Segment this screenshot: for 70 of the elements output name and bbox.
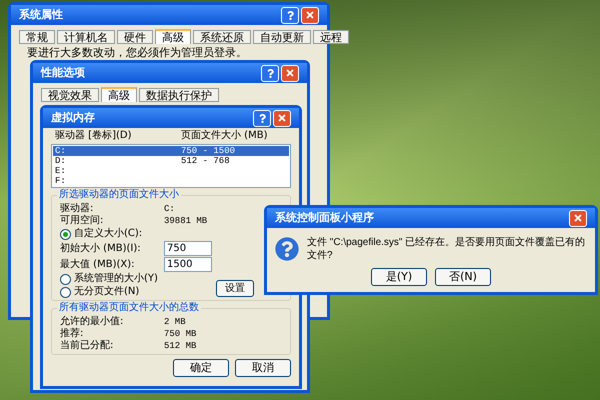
close-icon bbox=[277, 113, 287, 123]
radio-label: 自定义大小(C): bbox=[74, 228, 142, 240]
input-field[interactable]: 750 bbox=[164, 241, 212, 256]
help-icon bbox=[286, 10, 294, 20]
total-value: 750 MB bbox=[164, 328, 196, 340]
radio-label: 无分页文件(N) bbox=[74, 286, 140, 298]
radio-button[interactable] bbox=[60, 286, 71, 298]
close-icon bbox=[573, 213, 583, 223]
close-icon bbox=[305, 10, 315, 20]
drive-row[interactable]: F: bbox=[53, 176, 289, 186]
info-value: C: bbox=[164, 203, 175, 215]
field-label: 最大值 (MB)(X): bbox=[60, 258, 136, 270]
tab[interactable]: 远程 bbox=[313, 30, 349, 44]
tab[interactable]: 高级 bbox=[101, 87, 137, 102]
dialog-button[interactable]: 取消 bbox=[235, 359, 291, 377]
group-legend: 所选驱动器的页面文件大小 bbox=[57, 189, 181, 201]
dialog-button[interactable]: 是(Y) bbox=[371, 268, 427, 286]
close-button[interactable] bbox=[301, 6, 319, 24]
dialog-button[interactable]: 否(N) bbox=[435, 268, 491, 286]
radio-label: 系统管理的大小(Y) bbox=[74, 273, 158, 285]
window-title: 系统控制面板小程序 bbox=[275, 210, 375, 226]
tab[interactable]: 计算机名 bbox=[57, 30, 115, 44]
radio-button[interactable] bbox=[60, 274, 71, 284]
drive-row[interactable]: C: 750 - 1500 bbox=[53, 146, 289, 156]
tab[interactable]: 数据执行保护 bbox=[139, 88, 219, 102]
tab[interactable]: 硬件 bbox=[117, 30, 153, 44]
window-title: 系统属性 bbox=[19, 6, 64, 23]
close-button[interactable] bbox=[273, 110, 291, 126]
drive-letter: E: bbox=[54, 166, 67, 176]
question-icon bbox=[275, 237, 299, 261]
window-title: 性能选项 bbox=[41, 64, 86, 81]
drive-letter: C: bbox=[54, 146, 67, 156]
close-icon bbox=[285, 68, 295, 78]
total-label: 当前已分配: bbox=[60, 340, 114, 352]
help-icon bbox=[258, 114, 266, 122]
total-value: 2 MB bbox=[164, 316, 186, 328]
set-button[interactable]: 设置 bbox=[216, 280, 254, 297]
input-field[interactable]: 1500 bbox=[164, 257, 212, 272]
tab[interactable]: 常规 bbox=[19, 30, 55, 44]
window-title: 虚拟内存 bbox=[51, 110, 96, 126]
drive-row[interactable]: E: bbox=[53, 166, 289, 176]
page-file-size: 512 - 768 bbox=[181, 156, 230, 166]
help-button[interactable] bbox=[253, 110, 271, 126]
drive-letter: D: bbox=[54, 156, 67, 166]
total-label: 推荐: bbox=[60, 328, 84, 340]
info-label: 驱动器: bbox=[60, 203, 94, 214]
field-label: 初始大小 (MB)(I): bbox=[60, 242, 142, 254]
tab[interactable]: 视觉效果 bbox=[41, 88, 99, 102]
message-text: 文件 "C:\pagefile.sys" 已经存在。是否要用页面文件覆盖已有的文件? bbox=[307, 236, 586, 262]
dialog-button[interactable]: 确定 bbox=[173, 359, 229, 377]
group-legend: 所有驱动器页面文件大小的总数 bbox=[57, 302, 201, 314]
drive-row[interactable]: D: 512 - 768 bbox=[53, 156, 289, 166]
help-icon bbox=[266, 68, 274, 78]
column-header: 页面文件大小 (MB) bbox=[181, 130, 268, 142]
info-label: 可用空间: bbox=[60, 215, 104, 227]
close-button[interactable] bbox=[569, 210, 587, 226]
column-header: 驱动器 [卷标](D) bbox=[54, 130, 132, 142]
close-button[interactable] bbox=[281, 64, 299, 82]
info-value: 39881 MB bbox=[164, 215, 208, 227]
radio-button[interactable] bbox=[60, 228, 71, 240]
tab[interactable]: 高级 bbox=[155, 29, 191, 44]
total-label: 允许的最小值: bbox=[60, 316, 124, 328]
total-value: 512 MB bbox=[164, 340, 196, 352]
drive-letter: F: bbox=[54, 176, 67, 186]
page-file-size: 750 - 1500 bbox=[181, 146, 236, 156]
admin-note: 要进行大多数改动，您必须作为管理员登录。 bbox=[27, 46, 248, 59]
help-button[interactable] bbox=[281, 6, 299, 24]
tab[interactable]: 系统还原 bbox=[193, 30, 251, 44]
help-button[interactable] bbox=[261, 64, 279, 82]
tab[interactable]: 自动更新 bbox=[253, 30, 311, 44]
